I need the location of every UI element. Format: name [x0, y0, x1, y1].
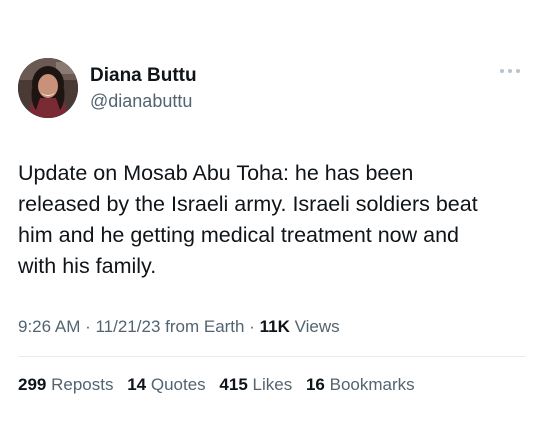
- engagement-stats: 299 Reposts 14 Quotes 415 Likes 16 Bookm…: [18, 374, 424, 396]
- tweet-card: Diana Buttu @dianabuttu Update on Mosab …: [0, 0, 540, 422]
- more-options-icon[interactable]: [498, 66, 522, 76]
- tweet-text-line: with his family.: [18, 254, 157, 278]
- tweet-text: Update on Mosab Abu Toha: he has been re…: [18, 158, 528, 282]
- tweet-metadata: 9:26 AM · 11/21/23 from Earth · 11K View…: [18, 316, 340, 338]
- tweet-source: from Earth: [160, 317, 245, 336]
- views-label: Views: [289, 317, 340, 336]
- bookmarks-count: 16: [305, 375, 325, 394]
- author-display-name[interactable]: Diana Buttu: [90, 64, 197, 87]
- quotes-stat[interactable]: 14 Quotes: [127, 374, 205, 396]
- tweet-text-line: Update on Mosab Abu Toha: he has been: [18, 161, 414, 185]
- quotes-label: Quotes: [150, 375, 206, 394]
- reposts-label: Reposts: [51, 375, 114, 394]
- profile-photo-icon: [18, 58, 78, 118]
- tweet-date[interactable]: 11/21/23: [95, 317, 160, 336]
- meta-separator: ·: [244, 317, 260, 336]
- bookmarks-label: Bookmarks: [329, 375, 415, 394]
- likes-stat[interactable]: 415 Likes: [219, 374, 292, 396]
- tweet-time[interactable]: 9:26 AM: [18, 317, 80, 336]
- author-handle[interactable]: @dianabuttu: [90, 90, 197, 112]
- tweet-text-line: him and he getting medical treatment now…: [18, 223, 460, 247]
- reposts-count: 299: [18, 375, 47, 394]
- tweet-text-line: released by the Israeli army. Israeli so…: [18, 192, 478, 216]
- divider: [18, 356, 526, 357]
- reposts-stat[interactable]: 299 Reposts: [18, 374, 113, 396]
- views-count[interactable]: 11K: [260, 317, 290, 336]
- tweet-header: Diana Buttu @dianabuttu: [18, 56, 528, 120]
- likes-label: Likes: [252, 375, 293, 394]
- bookmarks-stat[interactable]: 16 Bookmarks: [306, 374, 415, 396]
- quotes-count: 14: [127, 375, 147, 394]
- meta-separator: ·: [80, 317, 96, 336]
- likes-count: 415: [219, 375, 248, 394]
- avatar[interactable]: [18, 58, 78, 118]
- author-info: Diana Buttu @dianabuttu: [90, 64, 197, 112]
